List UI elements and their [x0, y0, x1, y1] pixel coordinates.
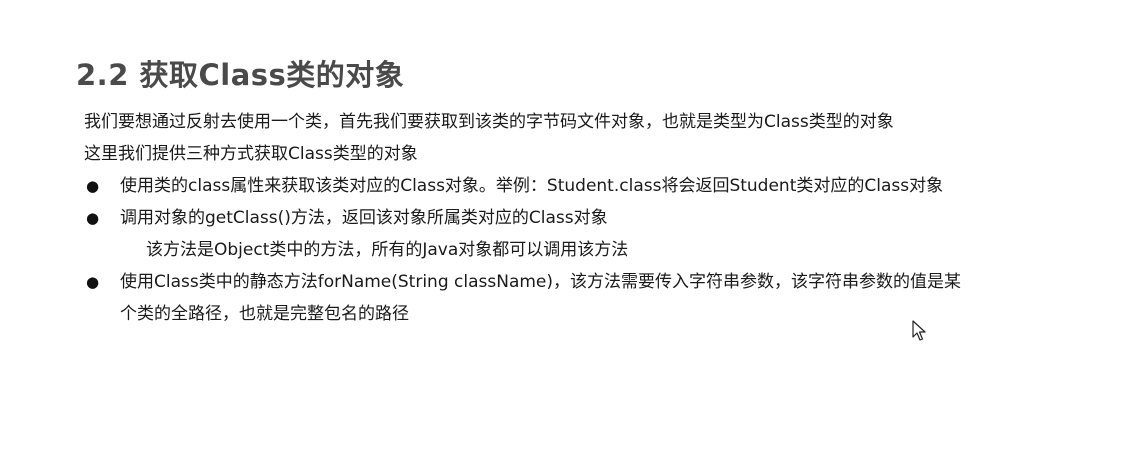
- bullet-subtext-2: 该方法是Object类中的方法，所有的Java对象都可以调用该方法: [146, 240, 629, 260]
- bullet-continuation-3: 个类的全路径，也就是完整包名的路径: [120, 304, 409, 324]
- section-heading: 2.2 获取Class类的对象: [76, 58, 405, 92]
- bullet-text-2: 调用对象的getClass()方法，返回该对象所属类对应的Class对象: [120, 208, 608, 228]
- bullet-text-3: 使用Class类中的静态方法forName(String className)，…: [120, 272, 962, 292]
- bullet-dot-1: ●: [86, 177, 100, 195]
- bullet-dot-3: ●: [86, 273, 100, 291]
- bullet-text-1: 使用类的class属性来获取该类对应的Class对象。举例：Student.cl…: [120, 176, 944, 196]
- intro-line-2: 这里我们提供三种方式获取Class类型的对象: [84, 144, 418, 164]
- bullet-dot-2: ●: [86, 209, 100, 227]
- slide-page: 2.2 获取Class类的对象 我们要想通过反射去使用一个类，首先我们要获取到该…: [0, 0, 1142, 450]
- intro-line-1: 我们要想通过反射去使用一个类，首先我们要获取到该类的字节码文件对象，也就是类型为…: [84, 112, 894, 132]
- mouse-pointer-icon: [912, 320, 926, 341]
